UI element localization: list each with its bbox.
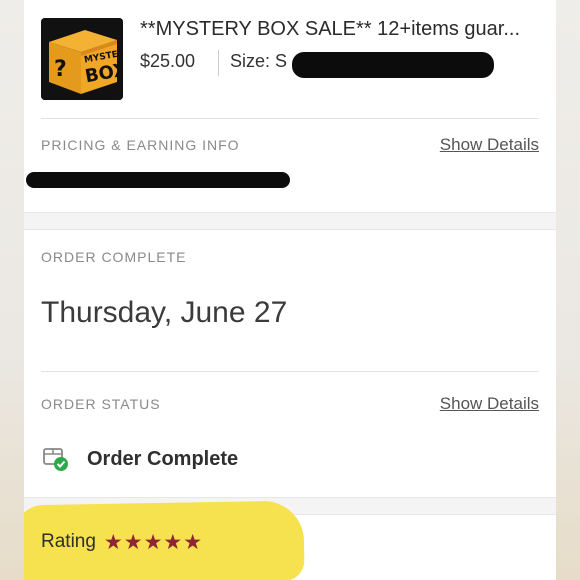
- star-icon: ★: [123, 530, 143, 554]
- star-icon: ★: [183, 530, 203, 554]
- order-details-screen: ? MYSTERY BOX **MYSTERY BOX SALE** 12+it…: [24, 0, 556, 580]
- pricing-show-details-link[interactable]: Show Details: [440, 135, 539, 155]
- order-status-text: Order Complete: [87, 447, 239, 470]
- rating-row: Rating ★ ★ ★ ★ ★: [41, 531, 203, 553]
- order-status-section-label: ORDER STATUS: [41, 396, 161, 412]
- star-icon: ★: [143, 530, 163, 554]
- divider: [41, 118, 539, 119]
- section-separator: [24, 212, 556, 230]
- pricing-section-label: PRICING & EARNING INFO: [41, 137, 240, 153]
- star-icon: ★: [103, 530, 123, 554]
- redaction-mark: [26, 172, 290, 188]
- divider: [41, 371, 539, 372]
- order-status-show-details-link[interactable]: Show Details: [440, 394, 539, 414]
- price-size-separator: [218, 50, 219, 76]
- star-icon: ★: [163, 530, 183, 554]
- product-summary[interactable]: ? MYSTERY BOX **MYSTERY BOX SALE** 12+it…: [24, 0, 556, 118]
- order-complete-section-label: ORDER COMPLETE: [41, 249, 187, 265]
- package-check-icon: [43, 448, 68, 471]
- mystery-box-image: ? MYSTERY BOX: [41, 18, 123, 100]
- product-thumbnail[interactable]: ? MYSTERY BOX: [41, 18, 123, 100]
- product-title[interactable]: **MYSTERY BOX SALE** 12+items guar...: [140, 18, 550, 41]
- order-complete-date: Thursday, June 27: [41, 296, 288, 329]
- order-status-row: Order Complete: [41, 444, 238, 474]
- thumb-question-mark: ?: [54, 57, 67, 82]
- product-price: $25.00: [140, 51, 196, 71]
- product-size: Size: S: [230, 51, 288, 71]
- rating-label: Rating: [41, 531, 96, 552]
- redaction-mark: [292, 52, 494, 78]
- rating-stars: ★ ★ ★ ★ ★: [104, 532, 203, 553]
